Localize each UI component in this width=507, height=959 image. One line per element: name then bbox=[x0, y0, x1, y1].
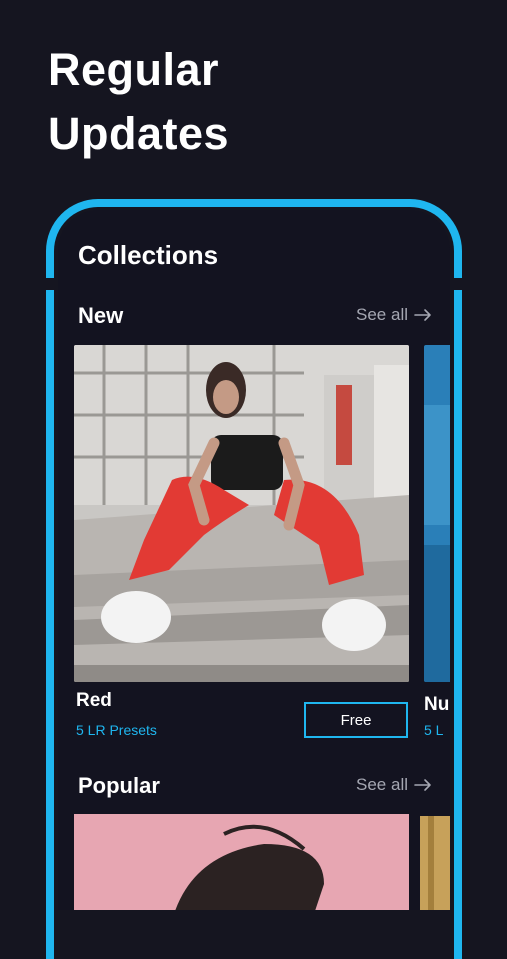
arrow-right-icon bbox=[414, 779, 431, 791]
photo-woman-red-pants bbox=[74, 345, 409, 682]
app-screen: Collections New See all Red 5 LR Presets… bbox=[58, 210, 450, 910]
popular-card-image[interactable] bbox=[74, 814, 409, 910]
card-subtitle-red: 5 LR Presets bbox=[76, 722, 157, 738]
card-subtitle-nu: 5 L bbox=[424, 722, 444, 738]
headline: Regular Updates bbox=[48, 38, 229, 166]
free-button[interactable]: Free bbox=[304, 702, 408, 738]
popular-card-image-2[interactable] bbox=[420, 816, 450, 910]
section-header-popular: Popular See all bbox=[78, 773, 432, 803]
headline-line-2: Updates bbox=[48, 108, 230, 159]
card-name-red: Red bbox=[76, 690, 112, 711]
collection-card-red-image[interactable] bbox=[74, 345, 409, 682]
section-title-popular: Popular bbox=[78, 773, 160, 798]
section-title-new: New bbox=[78, 303, 124, 328]
photo-pink-portrait bbox=[74, 814, 409, 910]
headline-line-1: Regular bbox=[48, 44, 220, 95]
see-all-new-link[interactable]: See all bbox=[356, 305, 432, 325]
screen-title: Collections bbox=[78, 240, 219, 270]
see-all-popular-link[interactable]: See all bbox=[356, 775, 432, 795]
card-name-nu: Nu bbox=[424, 694, 450, 715]
arrow-right-icon bbox=[414, 309, 431, 321]
section-header-new: New See all bbox=[78, 303, 432, 333]
phone-frame-button-gap bbox=[451, 278, 463, 290]
collection-card-nu-image[interactable] bbox=[424, 345, 450, 682]
see-all-label: See all bbox=[356, 305, 408, 324]
phone-frame-button-gap bbox=[44, 278, 56, 290]
photo-blue-water bbox=[424, 345, 450, 682]
see-all-label: See all bbox=[356, 775, 408, 794]
photo-golden bbox=[420, 816, 450, 910]
